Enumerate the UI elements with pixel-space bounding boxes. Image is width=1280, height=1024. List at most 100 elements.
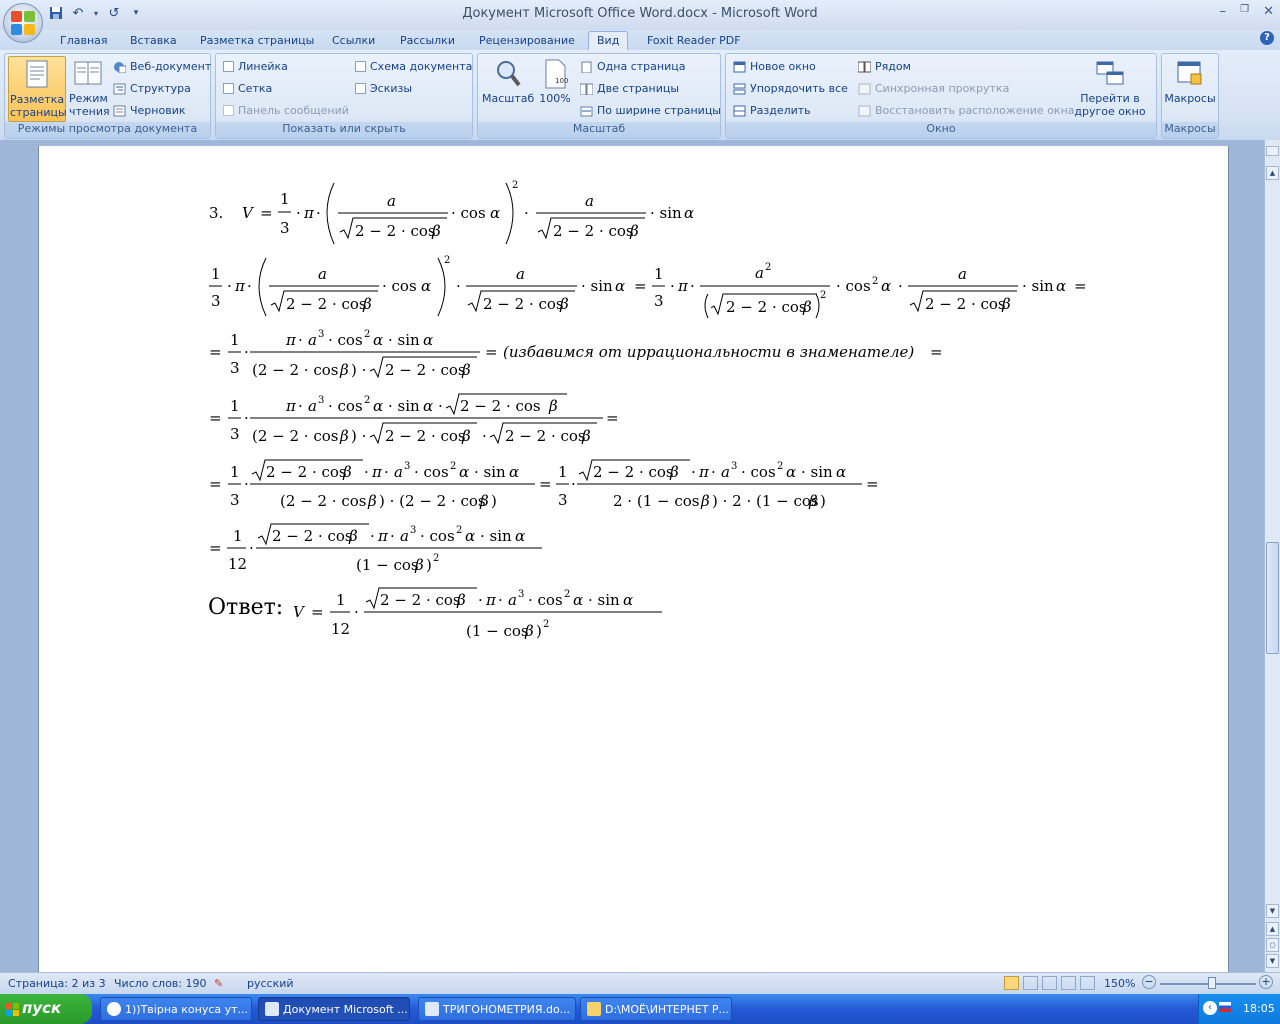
view-buttons [1004, 976, 1095, 990]
zoom-level[interactable]: 150% [1104, 977, 1135, 990]
svg-text:β: β [802, 298, 812, 316]
svg-text:β: β [629, 222, 639, 240]
close-button[interactable]: ✕ [1263, 4, 1274, 19]
svg-text:3: 3 [410, 525, 416, 536]
next-page-icon[interactable]: ▼ [1266, 954, 1279, 968]
svg-text:· cos: · cos [328, 397, 363, 415]
svg-text:·: · [227, 277, 232, 295]
svg-text:1: 1 [230, 397, 240, 415]
svg-text:·: · [711, 463, 716, 481]
svg-text:α: α [615, 277, 625, 295]
taskbar-button-folder[interactable]: D:\МОЁ\ИНТЕРНЕТ Р... [580, 997, 732, 1021]
svg-text:a: a [755, 264, 764, 282]
svg-text:π: π [377, 527, 389, 545]
taskbar-button-browser[interactable]: 1))Твірна конуса ут... [100, 997, 252, 1021]
previous-page-icon[interactable]: ▲ [1266, 922, 1279, 936]
svg-text:·: · [354, 603, 359, 621]
draft-view-icon[interactable] [1080, 976, 1095, 990]
svg-text:· cos: · cos [328, 331, 363, 349]
answer-label: Ответ: [208, 595, 283, 620]
svg-text:=: = [866, 475, 879, 493]
svg-text:β: β [367, 492, 377, 510]
print-layout-view-icon[interactable] [1004, 976, 1019, 990]
status-bar: Страница: 2 из 3 Число слов: 190 ✎ русск… [0, 972, 1280, 994]
taskbar-button-word[interactable]: Документ Microsoft ... [258, 997, 410, 1021]
taskbar-label: 1))Твірна конуса ут... [125, 1003, 249, 1016]
svg-text:α: α [515, 527, 525, 545]
svg-text:a: a [308, 331, 317, 349]
page-count[interactable]: Страница: 2 из 3 [8, 977, 106, 990]
scroll-up-icon[interactable]: ▲ [1266, 166, 1279, 180]
taskbar-button-trig[interactable]: ТРИГОНОМЕТРИЯ.do... [418, 997, 576, 1021]
svg-text:=: = [606, 409, 619, 427]
vertical-scrollbar[interactable]: ▲ ▼ ▲ ○ ▼ [1264, 140, 1280, 972]
svg-text:a: a [387, 192, 396, 210]
svg-text:· sin: · sin [388, 331, 420, 349]
scroll-down-icon[interactable]: ▼ [1266, 904, 1279, 918]
svg-text:3: 3 [518, 589, 524, 600]
proofing-icon[interactable]: ✎ [214, 977, 223, 990]
svg-text:2: 2 [564, 589, 570, 600]
svg-text:2 − 2 · cos: 2 − 2 · cos [460, 397, 541, 415]
svg-text:· sin: · sin [588, 591, 620, 609]
svg-text:2: 2 [433, 553, 439, 564]
clock[interactable]: 18:05 [1243, 1002, 1275, 1015]
browse-object-icon[interactable]: ○ [1266, 938, 1279, 952]
svg-text:· sin: · sin [388, 397, 420, 415]
scroll-thumb[interactable] [1266, 542, 1279, 654]
svg-text:2 − 2 · cos: 2 − 2 · cos [553, 222, 634, 240]
svg-text:3: 3 [230, 491, 240, 509]
collapse-tray-icon[interactable]: ‹ [1203, 1001, 1217, 1015]
svg-text:·: · [244, 475, 249, 493]
svg-text:·: · [898, 277, 903, 295]
taskbar-label: D:\МОЁ\ИНТЕРНЕТ Р... [605, 1003, 730, 1016]
svg-text:2 − 2 · cos: 2 − 2 · cos [925, 295, 1006, 313]
svg-text:(1 − cos: (1 − cos [466, 622, 529, 640]
svg-text:2: 2 [543, 619, 549, 630]
svg-text:· sin: · sin [581, 277, 613, 295]
svg-text:·: · [247, 277, 252, 295]
zoom-slider-thumb[interactable] [1208, 977, 1216, 989]
language-flag-icon[interactable] [1219, 1002, 1231, 1012]
svg-text:) ·: ) · [351, 427, 366, 445]
zoom-out-icon[interactable]: − [1142, 975, 1156, 989]
svg-text:(2 − 2 · cos: (2 − 2 · cos [252, 427, 338, 445]
split-handle-icon[interactable] [1266, 146, 1279, 156]
word-count[interactable]: Число слов: 190 [114, 977, 207, 990]
svg-text:): ) [426, 556, 432, 574]
svg-text:V: V [293, 603, 306, 621]
web-view-icon[interactable] [1042, 976, 1057, 990]
language-indicator[interactable]: русский [247, 977, 294, 990]
irrational-note: (избавимся от иррациональности в знамена… [503, 343, 914, 361]
svg-text:α: α [786, 463, 796, 481]
svg-text:π: π [285, 331, 297, 349]
svg-text:) · 2 · (1 − cos: ) · 2 · (1 − cos [712, 492, 819, 510]
svg-text:3: 3 [280, 219, 290, 237]
svg-text:1: 1 [280, 190, 290, 208]
svg-text:·: · [384, 463, 389, 481]
svg-text:1: 1 [654, 265, 664, 283]
office-button[interactable] [3, 3, 43, 43]
svg-text:· sin: · sin [1022, 277, 1054, 295]
reading-view-icon[interactable] [1023, 976, 1038, 990]
svg-text:α: α [1056, 277, 1066, 295]
outline-view-icon[interactable] [1061, 976, 1076, 990]
svg-text:·: · [390, 527, 395, 545]
svg-text:π: π [234, 277, 246, 295]
svg-text:β: β [461, 427, 471, 445]
svg-text:β: β [348, 527, 358, 545]
svg-text:π: π [485, 591, 497, 609]
start-button[interactable]: пуск [0, 994, 92, 1024]
svg-text:·: · [244, 409, 249, 427]
svg-text:a: a [516, 265, 525, 283]
svg-text:(2 − 2 · cos: (2 − 2 · cos [252, 361, 338, 379]
svg-text:· sin: · sin [650, 204, 682, 222]
svg-text:2 − 2 · cos: 2 − 2 · cos [385, 361, 466, 379]
svg-text:1: 1 [211, 265, 221, 283]
svg-text:α: α [881, 277, 891, 295]
svg-text:=: = [485, 343, 498, 361]
svg-text:· sin: · sin [480, 527, 512, 545]
zoom-in-icon[interactable]: + [1259, 975, 1273, 989]
svg-text:·: · [571, 475, 576, 493]
svg-text:12: 12 [331, 620, 350, 638]
